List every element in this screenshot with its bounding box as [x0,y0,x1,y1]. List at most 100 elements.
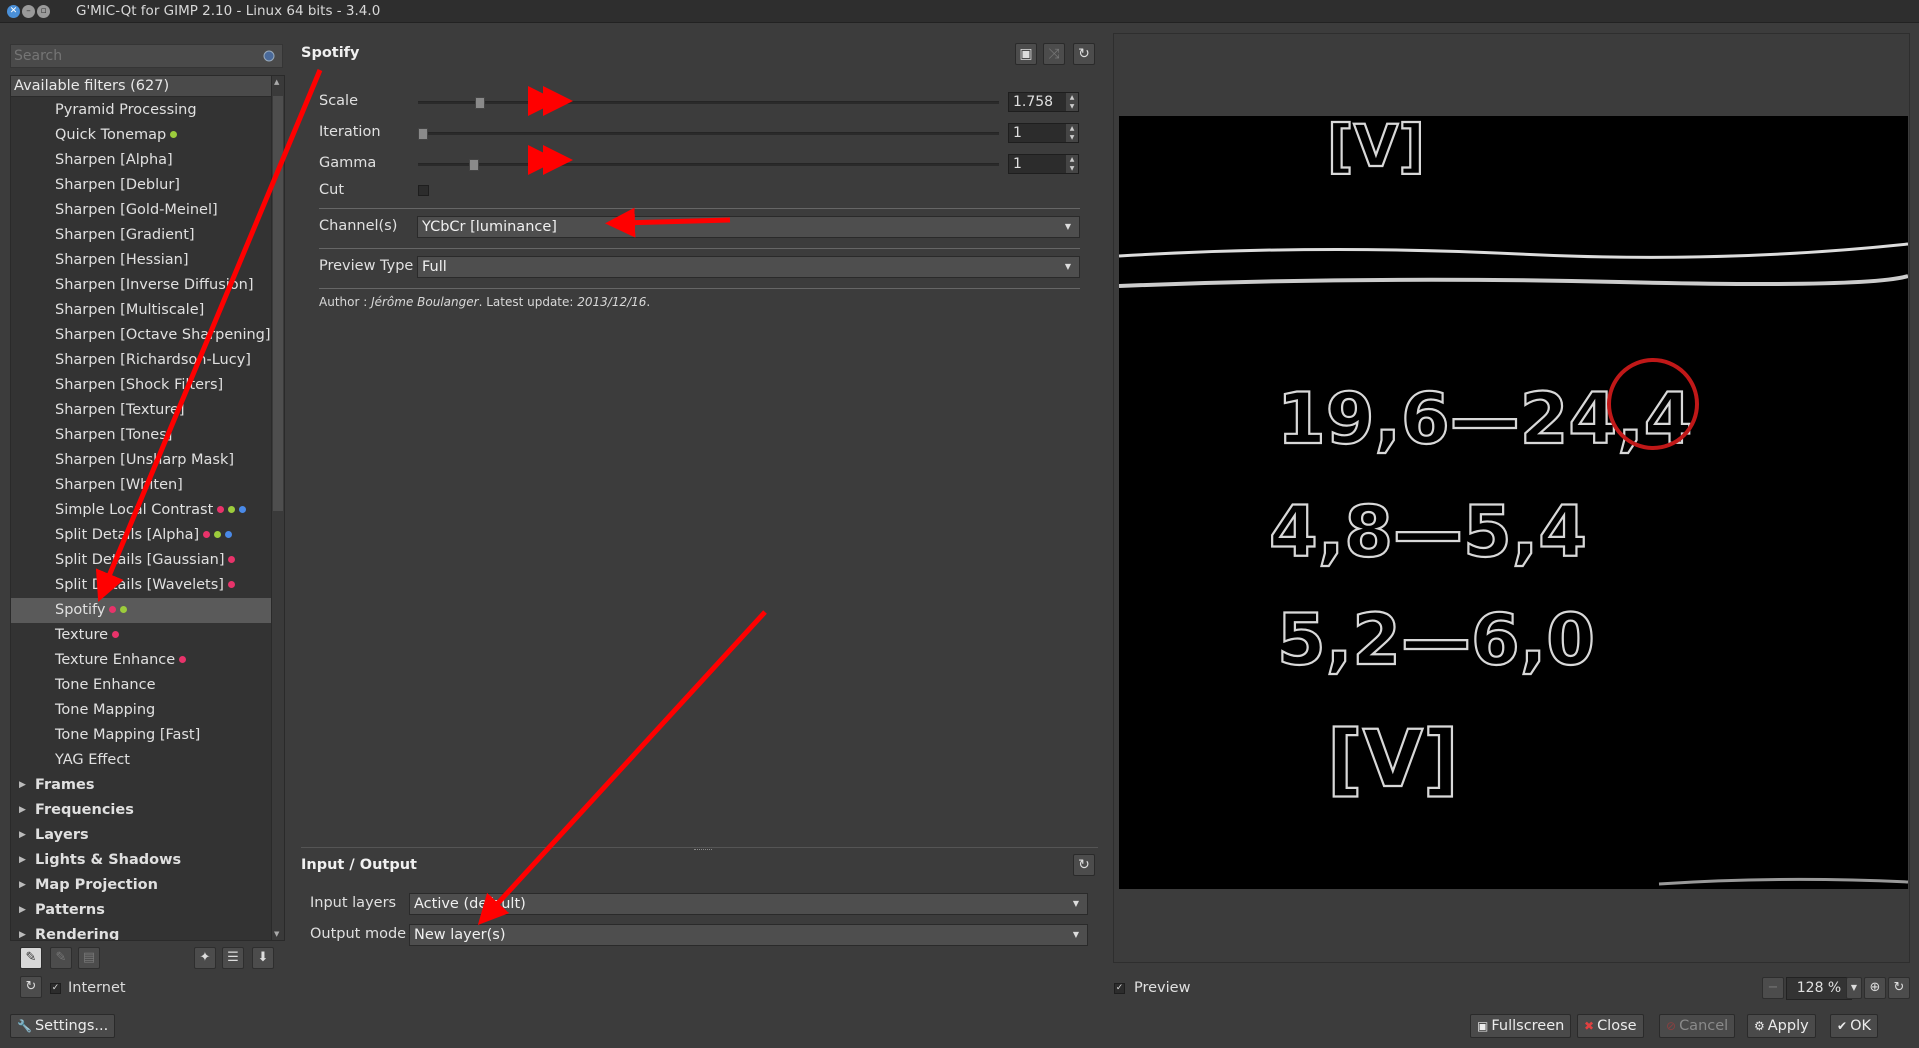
gamma-spinbox[interactable]: 1 ▲ ▼ [1008,154,1079,174]
tree-scrollbar[interactable]: ▲ ▼ [271,76,284,940]
preview-type-combo[interactable]: Full ▼ [417,256,1080,278]
iteration-spinbox[interactable]: 1 ▲ ▼ [1008,123,1079,143]
scroll-down-icon[interactable]: ▼ [274,930,279,938]
filters-tree[interactable]: Available filters (627) Pyramid Processi… [10,75,285,941]
fullscreen-button[interactable]: ▣ Fullscreen [1470,1014,1572,1038]
close-window-icon[interactable]: ✕ [7,5,20,18]
filter-item[interactable]: Sharpen [Gradient] [11,223,271,248]
expand-arrow-icon[interactable]: ▶ [19,923,26,940]
layout-toggle-icon[interactable]: ▣ [1015,43,1037,65]
close-button[interactable]: ✖ Close [1577,1014,1644,1038]
spin-arrows-icon[interactable]: ▲ ▼ [1066,155,1078,173]
expand-arrow-icon[interactable]: ▶ [19,873,26,898]
apply-button[interactable]: ⚙ Apply [1747,1014,1816,1038]
filter-item[interactable]: Split Details [Alpha] [11,523,271,548]
filter-item[interactable]: Sharpen [Gold-Meinel] [11,198,271,223]
expand-arrow-icon[interactable]: ▶ [19,823,26,848]
filters-tree-header[interactable]: Available filters (627) [11,76,284,97]
expand-arrow-icon[interactable]: ▶ [19,798,26,823]
scroll-up-icon[interactable]: ▲ [274,78,279,86]
expand-arrow-icon[interactable]: ▶ [19,773,26,798]
expand-arrow-icon[interactable]: ▶ [19,848,26,873]
internet-checkbox[interactable]: ✓ [50,982,61,994]
filter-item[interactable]: Sharpen [Hessian] [11,248,271,273]
settings-button[interactable]: 🔧 Settings... [10,1014,116,1038]
preview-image[interactable]: [V] 19,6—24,4 4,8—5,4 5,2—6,0 [V] [1119,116,1908,889]
zoom-out-icon[interactable]: − [1762,977,1784,999]
remove-fave-icon[interactable]: ✎ [50,947,72,969]
filter-group[interactable]: ▶ Patterns [11,898,271,923]
filter-group[interactable]: ▶ Layers [11,823,271,848]
preview-toggle-row: ✓ Preview [1114,980,1190,996]
filter-item[interactable]: Texture Enhance [11,648,271,673]
filter-group[interactable]: ▶ Frames [11,773,271,798]
filter-item[interactable]: Split Details [Wavelets] [11,573,271,598]
filter-item[interactable]: Sharpen [Richardson-Lucy] [11,348,271,373]
filter-group[interactable]: ▶ Frequencies [11,798,271,823]
search-input[interactable] [11,45,282,67]
filter-item[interactable]: Tone Mapping [11,698,271,723]
filter-item[interactable]: YAG Effect [11,748,271,773]
channels-combo[interactable]: YCbCr [luminance] ▼ [417,216,1080,238]
zoom-reset-icon[interactable]: ↻ [1888,977,1910,999]
visibility-colors-icon[interactable]: ✦ [194,947,216,969]
cut-checkbox[interactable] [418,185,429,196]
iteration-slider-handle[interactable] [418,128,428,140]
reset-params-icon[interactable]: ↻ [1073,43,1095,65]
spin-arrows-icon[interactable]: ▲ ▼ [1066,124,1078,142]
scale-slider-handle[interactable] [475,97,485,109]
filter-item[interactable]: Sharpen [Alpha] [11,148,271,173]
preview-checkbox[interactable]: ✓ [1114,982,1125,994]
ok-button[interactable]: ✔ OK [1830,1014,1878,1038]
filter-item[interactable]: Sharpen [Texture] [11,398,271,423]
cancel-button[interactable]: ⊘ Cancel [1659,1014,1736,1038]
zoom-in-icon[interactable]: ⊕ [1864,977,1886,999]
filter-item[interactable]: Spotify [11,598,271,623]
list-view-icon[interactable]: ☰ [222,947,244,969]
maximize-window-icon[interactable]: ▫ [37,5,50,18]
refresh-filters-icon[interactable]: ↻ [20,976,42,998]
filter-item[interactable]: Sharpen [Shock Filters] [11,373,271,398]
splitter-handle-icon[interactable] [694,849,712,852]
iteration-slider[interactable] [418,128,999,140]
filter-item[interactable]: Texture [11,623,271,648]
random-params-icon[interactable]: ⤨ [1043,43,1065,65]
filter-item[interactable]: Simple Local Contrast [11,498,271,523]
search-icon[interactable] [262,49,276,63]
filter-item[interactable]: Quick Tonemap [11,123,271,148]
io-divider[interactable] [301,847,1098,848]
zoom-level[interactable]: 128 % [1786,977,1852,1000]
filter-item[interactable]: Tone Mapping [Fast] [11,723,271,748]
filter-item[interactable]: Sharpen [Multiscale] [11,298,271,323]
filter-item[interactable]: Sharpen [Whiten] [11,473,271,498]
search-box[interactable] [10,44,283,68]
tree-scroll-thumb[interactable] [273,96,283,511]
rename-fave-icon[interactable]: ▤ [78,947,100,969]
filter-item[interactable]: Pyramid Processing [11,98,271,123]
scale-slider[interactable] [418,97,999,109]
zoom-dropdown-icon[interactable]: ▼ [1846,977,1862,999]
input-layers-combo[interactable]: Active (default) ▼ [409,893,1088,915]
preview-canvas: [V] 19,6—24,4 4,8—5,4 5,2—6,0 [V] [1119,116,1908,889]
filter-group[interactable]: ▶ Rendering [11,923,271,940]
gamma-slider[interactable] [418,159,999,171]
scale-spinbox[interactable]: 1.758 ▲ ▼ [1008,92,1079,112]
expand-all-icon[interactable]: ⬇ [252,947,274,969]
filter-item[interactable]: Sharpen [Unsharp Mask] [11,448,271,473]
filter-item[interactable]: Split Details [Gaussian] [11,548,271,573]
filter-group[interactable]: ▶ Lights & Shadows [11,848,271,873]
filter-item[interactable]: Tone Enhance [11,673,271,698]
minimize-window-icon[interactable]: – [22,5,35,18]
reset-io-icon[interactable]: ↻ [1073,854,1095,876]
filter-item[interactable]: Sharpen [Deblur] [11,173,271,198]
gamma-slider-handle[interactable] [469,159,479,171]
filter-item[interactable]: Sharpen [Tones] [11,423,271,448]
filter-group[interactable]: ▶ Map Projection [11,873,271,898]
filter-item[interactable]: Sharpen [Octave Sharpening] [11,323,271,348]
filter-item-label: Sharpen [Multiscale] [55,302,205,318]
output-mode-combo[interactable]: New layer(s) ▼ [409,924,1088,946]
add-fave-icon[interactable]: ✎ [20,947,42,969]
expand-arrow-icon[interactable]: ▶ [19,898,26,923]
filter-item[interactable]: Sharpen [Inverse Diffusion] [11,273,271,298]
spin-arrows-icon[interactable]: ▲ ▼ [1066,93,1078,111]
